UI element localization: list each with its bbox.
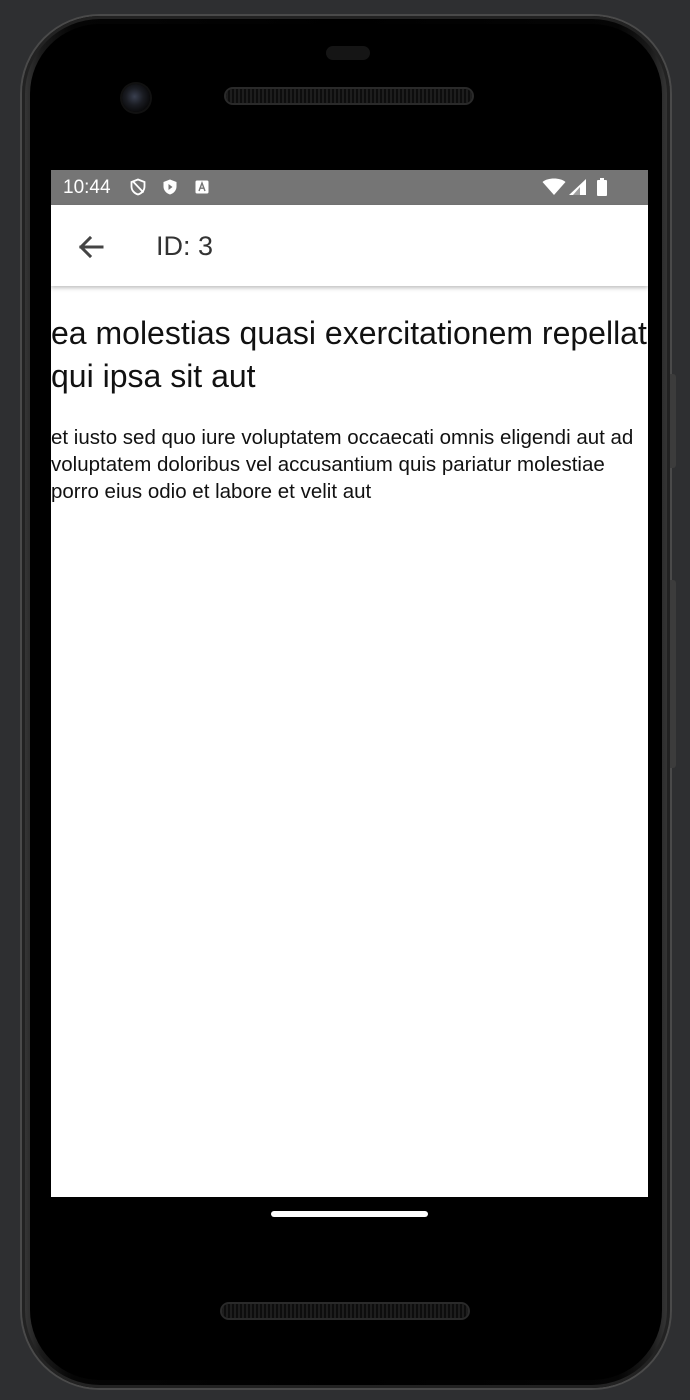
battery-icon [597, 178, 607, 196]
earpiece-speaker [226, 89, 472, 103]
gesture-nav-handle[interactable] [271, 1211, 428, 1217]
page-title: ID: 3 [156, 231, 214, 261]
front-camera [122, 84, 150, 112]
bottom-speaker [222, 1304, 468, 1318]
app-bar: ID: 3 [51, 205, 648, 286]
post-body: et iusto sed quo iure voluptatem occaeca… [51, 426, 634, 503]
emulator-stage: 10:44 ID: 3 ea molestias quasi exercitat… [0, 0, 690, 1400]
status-time: 10:44 [63, 177, 111, 198]
post-detail: ea molestias quasi exercitationem repell… [51, 286, 648, 505]
wifi-icon [542, 178, 566, 195]
keyboard-a-icon [195, 180, 209, 194]
power-button[interactable] [670, 374, 676, 468]
shield-outline-icon [130, 178, 146, 196]
post-title: ea molestias quasi exercitationem repell… [51, 315, 647, 394]
cell-signal-icon [569, 179, 586, 195]
proximity-sensor [326, 46, 370, 60]
arrow-back-icon[interactable] [71, 227, 111, 267]
status-bar: 10:44 [51, 170, 648, 205]
shield-play-icon [163, 179, 177, 195]
device-screen: 10:44 ID: 3 ea molestias quasi exercitat… [51, 170, 648, 1197]
volume-button[interactable] [670, 580, 676, 768]
